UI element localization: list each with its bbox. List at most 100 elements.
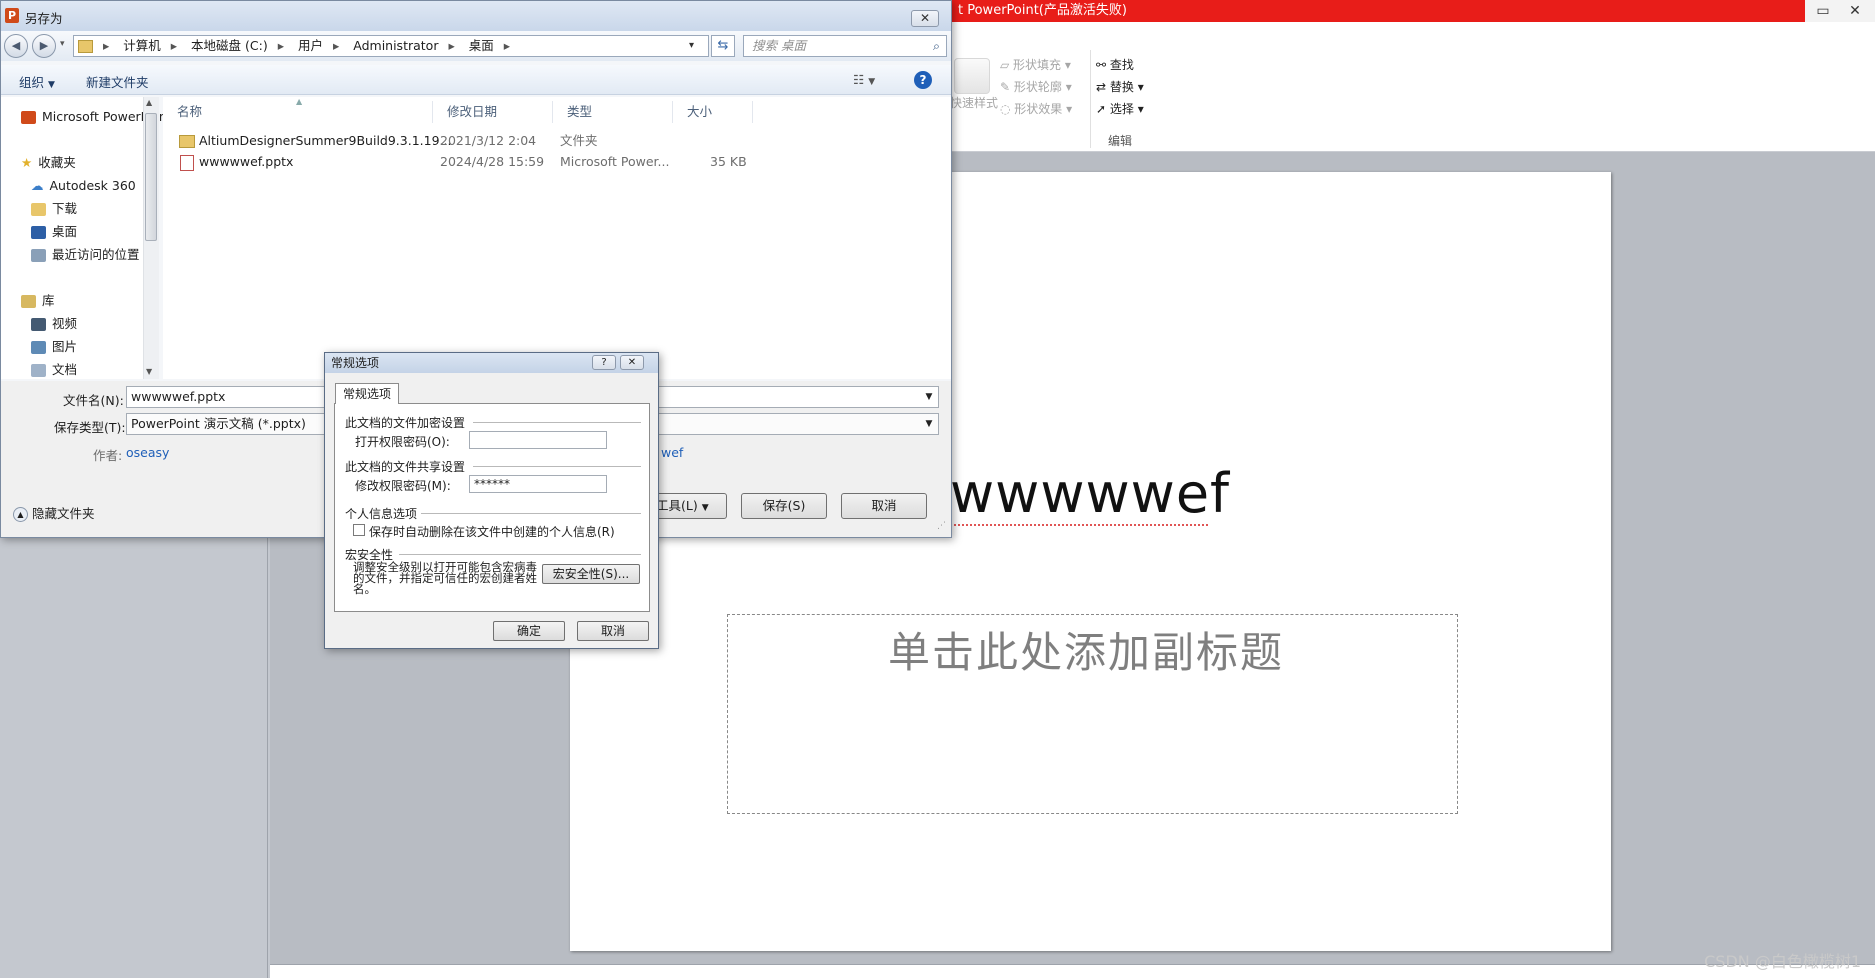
modify-password-input[interactable]: ****** [469, 475, 607, 493]
replace-button[interactable]: ⇄ 替换 ▾ [1096, 78, 1144, 95]
new-folder-button[interactable]: 新建文件夹 [86, 72, 149, 91]
help-icon[interactable]: ? [914, 71, 932, 89]
nav-item-pictures[interactable]: 图片 [31, 337, 77, 357]
recent-locations-dropdown[interactable]: ▾ [60, 39, 65, 49]
forward-button[interactable]: ▶ [32, 34, 56, 58]
address-dropdown-icon[interactable]: ▾ [689, 36, 694, 56]
file-row[interactable]: AltiumDesignerSummer9Build9.3.1.19... 20… [163, 131, 763, 151]
powerpoint-title-bar: t PowerPoint(产品激活失败) [950, 0, 1805, 22]
nav-item-autodesk-360[interactable]: ☁ Autodesk 360 [31, 176, 136, 196]
breadcrumb-administrator[interactable]: Administrator [353, 38, 438, 53]
shape-effects-button[interactable]: ◌ 形状效果 ▾ [1000, 100, 1072, 117]
command-toolbar: 组织 ▼ 新建文件夹 ☷ ▼ ? [1, 65, 951, 95]
share-section-header: 此文档的文件共享设置 [345, 460, 466, 474]
slides-pane[interactable] [0, 538, 268, 978]
powerpoint-ribbon: 快速样式 ▱ 形状填充 ▾ ✎ 形状轮廓 ▾ ◌ 形状效果 ▾ ⚯ 查找 ⇄ 替… [950, 22, 1875, 152]
scroll-down-icon[interactable]: ▼ [146, 367, 152, 376]
close-button[interactable]: ✕ [1840, 0, 1870, 22]
modify-password-value: ****** [474, 477, 510, 491]
refresh-icon: ⇆ [717, 38, 729, 53]
quick-styles-icon[interactable] [954, 58, 990, 94]
save-as-close-button[interactable]: ✕ [911, 10, 939, 27]
subtitle-placeholder-box[interactable]: 单击此处添加副标题 [727, 614, 1458, 814]
nav-item-favorites[interactable]: ★ 收藏夹 [21, 153, 76, 173]
open-password-input[interactable] [469, 431, 607, 449]
cloud-icon: ☁ [31, 178, 44, 193]
section-divider [473, 422, 641, 423]
view-list-icon: ☷ [853, 72, 865, 87]
general-options-dialog: 常规选项 ? ✕ 此文档的文件加密设置 打开权限密码(O): 此文档的文件共享设… [324, 352, 659, 649]
breadcrumb-desktop[interactable]: 桌面 [469, 38, 494, 53]
desktop-icon [31, 226, 46, 239]
notes-pane[interactable] [270, 964, 1875, 978]
title-value[interactable]: wef [661, 445, 683, 460]
filetype-label: 保存类型(T): [54, 420, 126, 435]
search-placeholder: 搜索 桌面 [752, 38, 806, 53]
options-cancel-button[interactable]: 取消 [577, 621, 649, 641]
folder-icon [78, 40, 93, 53]
quick-styles-label: 快速样式 [950, 96, 999, 110]
filename-value: wwwwwef.pptx [131, 389, 226, 404]
shape-outline-button[interactable]: ✎ 形状轮廓 ▾ [1000, 78, 1072, 95]
arrow-right-icon: ▶ [39, 39, 49, 52]
breadcrumb-users[interactable]: 用户 [298, 38, 323, 53]
tab-general-options[interactable]: 常规选项 [335, 383, 399, 404]
breadcrumb-computer[interactable]: 计算机 [123, 38, 161, 53]
macro-security-button[interactable]: 宏安全性(S)... [542, 564, 640, 584]
macro-security-description: 调整安全级别以打开可能包含宏病毒的文件，并指定可信任的宏创建者姓名。 [353, 560, 537, 596]
nav-item-recent-places[interactable]: 最近访问的位置 [31, 245, 140, 265]
file-type: Microsoft Power... [560, 154, 670, 169]
column-header-type[interactable]: 类型 [553, 101, 673, 123]
breadcrumb-local-disk[interactable]: 本地磁盘 (C:) [191, 38, 268, 53]
file-type: 文件夹 [560, 133, 598, 148]
column-header-name[interactable]: 名称 [163, 101, 433, 123]
download-folder-icon [31, 203, 46, 216]
pptx-file-icon [180, 155, 194, 171]
cancel-button[interactable]: 取消 [841, 493, 927, 519]
general-options-close-button[interactable]: ✕ [620, 355, 644, 370]
column-header-date[interactable]: 修改日期 [433, 101, 553, 123]
file-date: 2021/3/12 2:04 [440, 133, 537, 148]
scroll-up-icon[interactable]: ▲ [146, 98, 152, 107]
column-header-size[interactable]: 大小 [673, 101, 753, 123]
shape-fill-button[interactable]: ▱ 形状填充 ▾ [1000, 56, 1071, 73]
encrypt-section-header: 此文档的文件加密设置 [345, 416, 466, 430]
filetype-value: PowerPoint 演示文稿 (*.pptx) [131, 416, 306, 431]
ok-button[interactable]: 确定 [493, 621, 565, 641]
nav-item-libraries[interactable]: 库 [21, 291, 55, 311]
filetype-dropdown-icon[interactable]: ▼ [921, 414, 937, 434]
remove-personal-info-checkbox[interactable] [353, 524, 365, 536]
general-options-title: 常规选项 [331, 356, 380, 370]
arrow-left-icon: ◀ [11, 39, 21, 52]
remove-personal-info-label: 保存时自动删除在该文件中创建的个人信息(R) [369, 525, 615, 539]
powerpoint-icon [21, 111, 36, 124]
slide-title[interactable]: wwwwwef [950, 462, 1230, 525]
back-button[interactable]: ◀ [4, 34, 28, 58]
favorites-star-icon: ★ [21, 155, 33, 170]
chevron-up-circle-icon: ▲ [13, 507, 28, 522]
csdn-watermark: CSDN @白色橄榄树1 [1704, 952, 1861, 971]
view-options-button[interactable]: ☷ ▼ [853, 72, 875, 87]
nav-item-documents[interactable]: 文档 [31, 360, 77, 378]
select-button[interactable]: ➚ 选择 ▾ [1096, 100, 1144, 117]
restore-button[interactable]: ▭ [1808, 0, 1838, 22]
organize-button[interactable]: 组织 ▼ [19, 72, 55, 91]
find-button[interactable]: ⚯ 查找 [1096, 56, 1134, 73]
save-button[interactable]: 保存(S) [741, 493, 827, 519]
scrollbar-thumb[interactable] [145, 113, 157, 241]
section-divider [473, 466, 641, 467]
address-bar[interactable]: ▸ 计算机 ▸ 本地磁盘 (C:) ▸ 用户 ▸ Administrator ▸ 桌面 ▸… [73, 35, 709, 57]
nav-item-downloads[interactable]: 下载 [31, 199, 77, 219]
file-row[interactable]: wwwwwef.pptx 2024/4/28 15:59 Microsoft P… [163, 152, 763, 172]
pen-icon: ✎ [1000, 80, 1014, 94]
filename-dropdown-icon[interactable]: ▼ [921, 387, 937, 407]
search-input[interactable]: 搜索 桌面 ⌕ [743, 35, 947, 57]
help-button[interactable]: ? [592, 355, 616, 370]
nav-item-videos[interactable]: 视频 [31, 314, 77, 334]
nav-item-desktop[interactable]: 桌面 [31, 222, 77, 242]
chevron-down-icon: ▼ [48, 80, 55, 90]
author-value[interactable]: oseasy [126, 445, 169, 460]
hide-folders-button[interactable]: ▲ 隐藏文件夹 [13, 503, 95, 522]
resize-grip-icon[interactable]: ⋰ [937, 521, 946, 531]
refresh-button[interactable]: ⇆ [711, 35, 735, 57]
